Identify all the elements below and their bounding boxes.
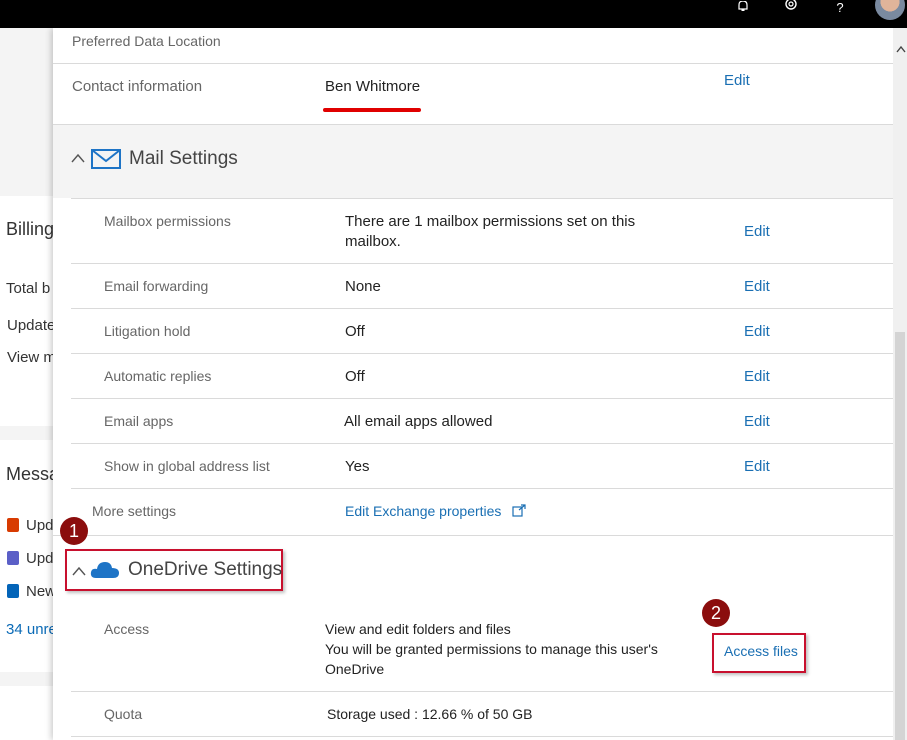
bell-icon[interactable] (736, 0, 750, 14)
unread-messages-link[interactable]: 34 unre (6, 621, 57, 638)
automatic-replies-edit-link[interactable]: Edit (744, 368, 770, 385)
billing-title: Billing (6, 219, 55, 239)
onedrive-cloud-icon (90, 559, 120, 584)
annotation-badge-2: 2 (702, 599, 730, 627)
email-forwarding-edit-link[interactable]: Edit (744, 278, 770, 295)
email-forwarding-label: Email forwarding (104, 278, 209, 294)
divider (71, 443, 893, 444)
contact-information-label: Contact information (72, 78, 203, 95)
email-forwarding-value: None (345, 278, 381, 295)
scroll-up-icon[interactable] (896, 42, 906, 56)
onedrive-access-line3: OneDrive (325, 661, 385, 677)
mailbox-permissions-value-line1: There are 1 mailbox permissions set on t… (345, 213, 636, 230)
email-apps-edit-link[interactable]: Edit (744, 413, 770, 430)
global-address-list-value: Yes (345, 458, 370, 475)
contact-name: Ben Whitmore (325, 78, 421, 95)
chevron-up-icon[interactable] (71, 150, 85, 168)
automatic-replies-value: Off (345, 368, 365, 385)
automatic-replies-label: Automatic replies (104, 368, 212, 384)
mail-settings-title: Mail Settings (129, 148, 238, 169)
teams-icon (7, 551, 19, 565)
billing-view-link[interactable]: View m (7, 349, 56, 366)
divider (53, 63, 893, 64)
avatar[interactable] (871, 0, 907, 22)
divider (71, 736, 893, 737)
divider (53, 535, 893, 536)
litigation-hold-edit-link[interactable]: Edit (744, 323, 770, 340)
divider (71, 691, 893, 692)
onedrive-access-line2: You will be granted permissions to manag… (325, 641, 658, 657)
billing-total-text: Total b (6, 280, 51, 297)
message-item[interactable]: Upd (26, 550, 54, 567)
onedrive-access-label: Access (104, 621, 150, 637)
sharepoint-icon (7, 584, 19, 598)
global-address-list-edit-link[interactable]: Edit (744, 458, 770, 475)
divider (71, 263, 893, 264)
global-address-list-label: Show in global address list (104, 458, 270, 474)
divider (53, 124, 893, 125)
access-files-link[interactable]: Access files (724, 643, 798, 659)
gear-icon[interactable] (782, 0, 800, 14)
top-bar: ? (0, 0, 907, 28)
email-apps-label: Email apps (104, 413, 174, 429)
mailbox-permissions-label: Mailbox permissions (104, 213, 231, 229)
external-link-icon[interactable] (512, 504, 526, 522)
help-icon[interactable]: ? (834, 0, 846, 15)
scrollbar-thumb[interactable] (895, 332, 905, 740)
chevron-up-icon[interactable] (72, 563, 86, 581)
message-item[interactable]: Upd (26, 517, 54, 534)
quota-label: Quota (104, 706, 143, 722)
annotation-badge-1: 1 (60, 517, 88, 545)
more-settings-label: More settings (92, 503, 177, 519)
onedrive-access-line1: View and edit folders and files (325, 621, 511, 637)
litigation-hold-value: Off (345, 323, 365, 340)
redaction-line (323, 108, 421, 112)
mailbox-permissions-edit-link[interactable]: Edit (744, 223, 770, 240)
user-details-panel: Preferred Data Location Contact informat… (53, 28, 893, 740)
mailbox-permissions-value-line2: mailbox. (345, 233, 401, 250)
divider (71, 488, 893, 489)
onedrive-settings-title: OneDrive Settings (128, 559, 283, 580)
email-apps-value: All email apps allowed (344, 413, 493, 430)
divider (71, 353, 893, 354)
preferred-data-location-label: Preferred Data Location (72, 33, 221, 49)
divider (71, 398, 893, 399)
contact-edit-link[interactable]: Edit (724, 72, 750, 89)
messages-title: Messa (6, 464, 60, 484)
divider (71, 198, 893, 199)
quota-value: Storage used : 12.66 % of 50 GB (327, 706, 533, 722)
mail-icon (91, 149, 121, 174)
litigation-hold-label: Litigation hold (104, 323, 191, 339)
edit-exchange-properties-link[interactable]: Edit Exchange properties (345, 503, 501, 519)
billing-update-link[interactable]: Update (7, 317, 55, 334)
office-icon (7, 518, 19, 532)
message-item[interactable]: New (26, 583, 56, 600)
background-card (0, 686, 53, 740)
mail-settings-header[interactable]: Mail Settings (53, 124, 893, 198)
divider (71, 308, 893, 309)
